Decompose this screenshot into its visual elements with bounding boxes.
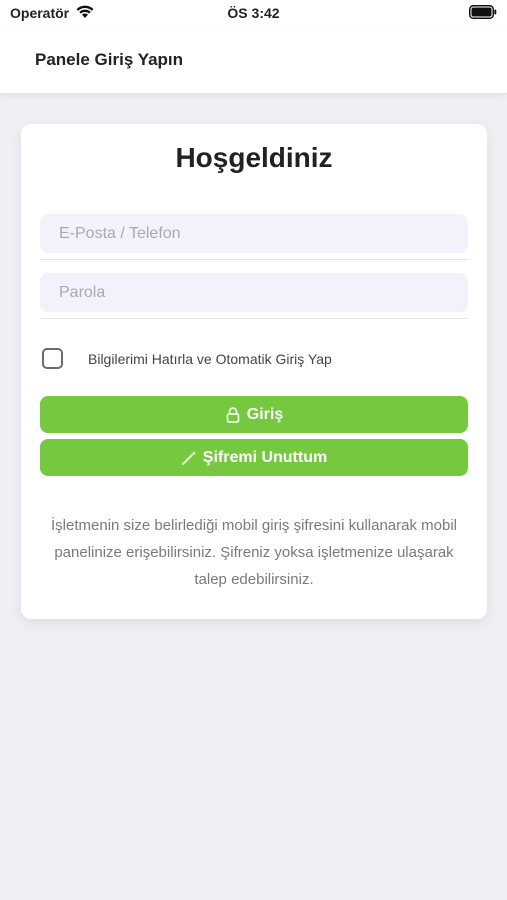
password-input[interactable]	[40, 273, 468, 312]
password-field-wrapper	[40, 273, 468, 319]
login-button[interactable]: Giriş	[40, 396, 468, 433]
magic-wand-icon	[181, 450, 197, 466]
remember-me-row[interactable]: Bilgilerimi Hatırla ve Otomatik Giriş Ya…	[42, 348, 332, 369]
status-right	[469, 4, 497, 22]
lock-icon	[225, 406, 241, 423]
navigation-bar: Panele Giriş Yapın	[0, 26, 507, 94]
info-text: İşletmenin size belirlediği mobil giriş …	[51, 517, 457, 588]
wifi-icon	[75, 4, 95, 22]
carrier-label: Operatör	[10, 5, 70, 21]
card-title: Hoşgeldiniz	[175, 142, 333, 173]
forgot-password-button[interactable]: Şifremi Unuttum	[40, 439, 468, 476]
remember-me-checkbox[interactable]	[42, 348, 63, 369]
email-input[interactable]	[40, 214, 468, 253]
status-left: Operatör	[10, 4, 95, 22]
nav-title: Panele Giriş Yapın	[35, 49, 184, 69]
status-bar: Operatör ÖS 3:42	[0, 0, 507, 26]
forgot-password-label: Şifremi Unuttum	[202, 448, 328, 466]
email-field-wrapper	[40, 214, 468, 260]
login-card: Hoşgeldiniz Bilgilerimi Hatırla ve Otoma…	[21, 124, 487, 619]
remember-me-label: Bilgilerimi Hatırla ve Otomatik Giriş Ya…	[88, 350, 332, 367]
login-button-label: Giriş	[246, 405, 284, 423]
battery-icon	[469, 4, 497, 22]
